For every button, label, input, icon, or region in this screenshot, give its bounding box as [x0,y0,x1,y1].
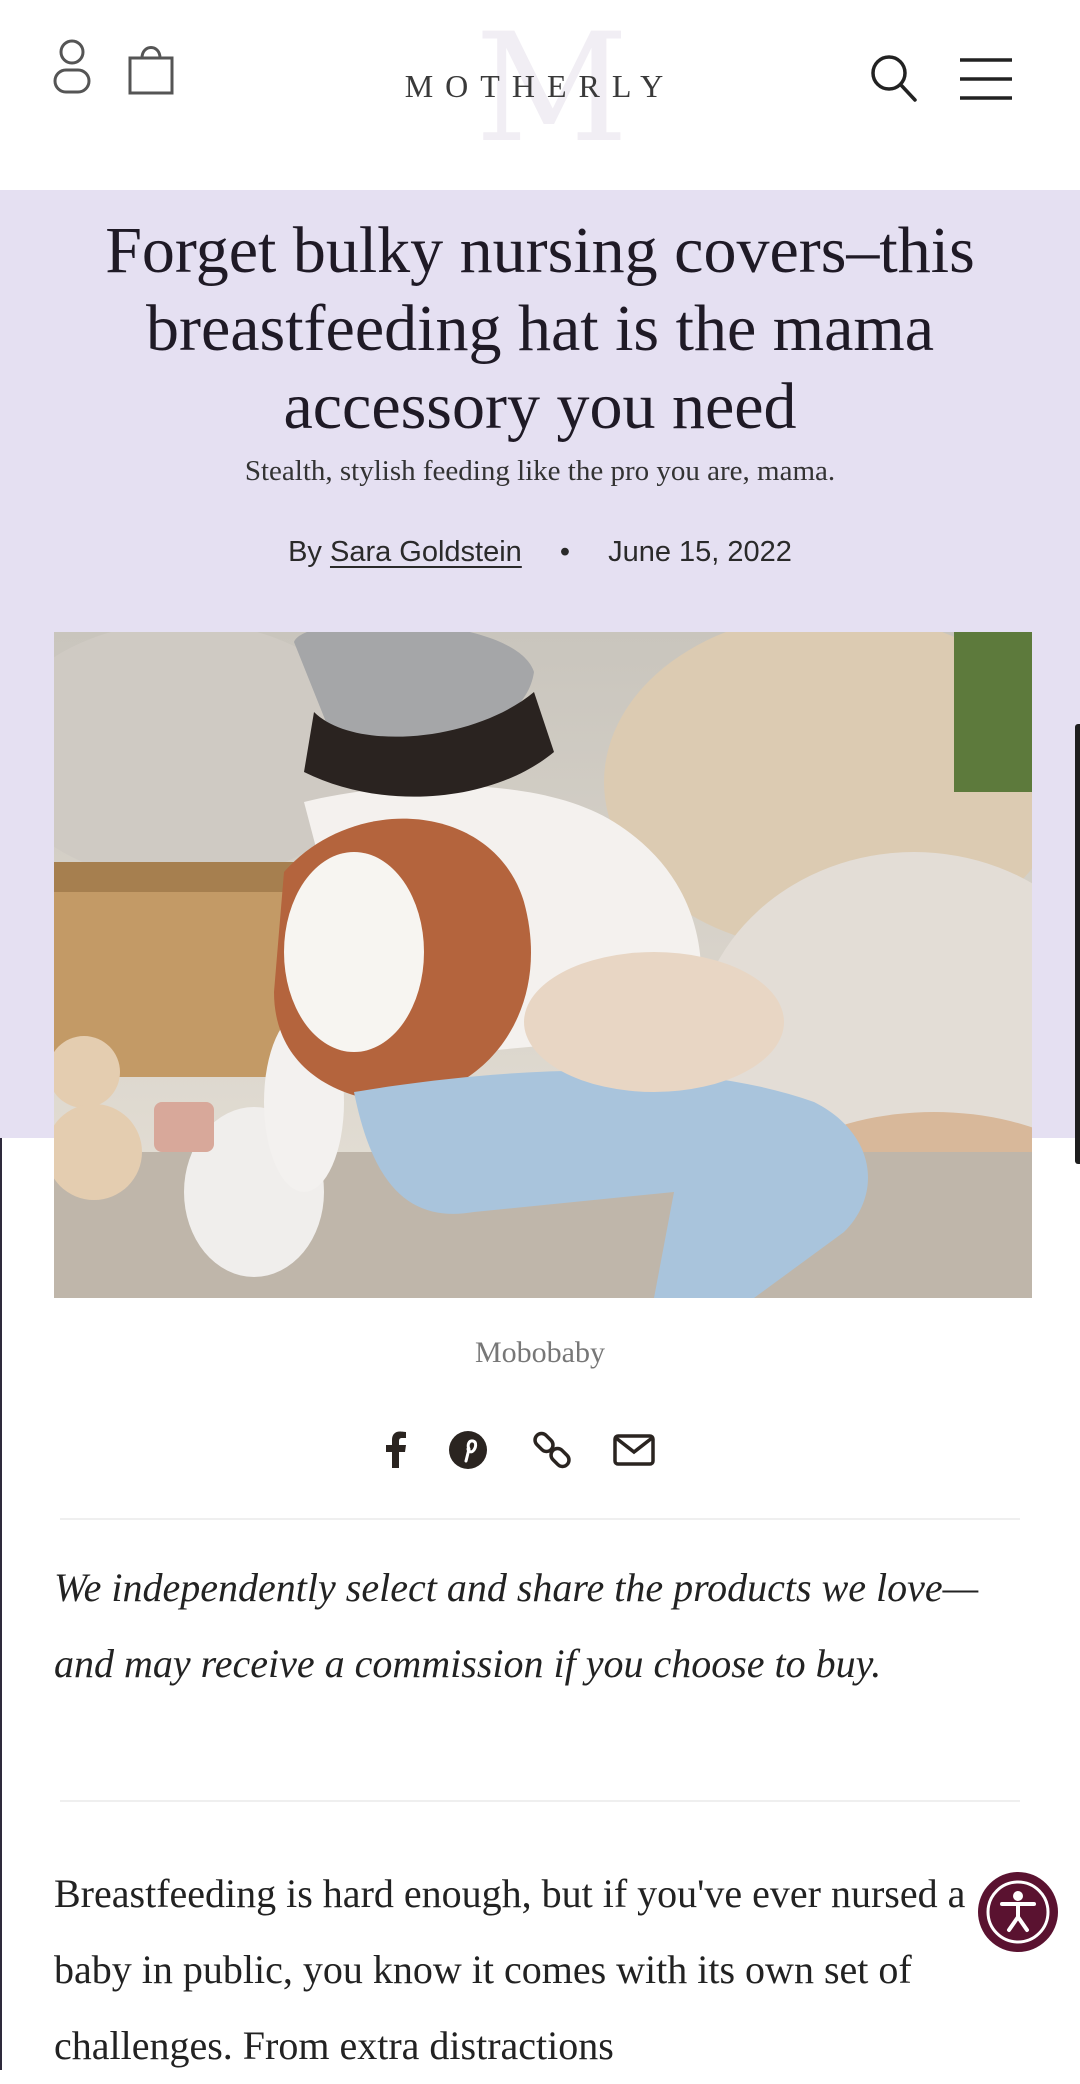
search-icon[interactable] [868,52,918,104]
article-body-paragraph: Breastfeeding is hard enough, but if you… [54,1871,966,2068]
byline-prefix: By [288,536,322,568]
logo-wordmark: MOTHERLY [404,68,676,104]
article-hero-image [54,632,1032,1298]
pinterest-icon[interactable] [446,1428,490,1472]
email-icon[interactable] [612,1428,656,1472]
accessibility-button[interactable] [978,1872,1058,1952]
divider [60,1518,1020,1520]
scroll-indicator[interactable] [1075,724,1080,1164]
shopping-bag-icon[interactable] [126,42,176,96]
affiliate-disclaimer: We independently select and share the pr… [54,1565,979,1686]
hamburger-menu-icon[interactable] [958,56,1014,102]
article-subtitle: Stealth, stylish feeding like the pro yo… [244,455,836,487]
article-byline: By Sara Goldstein • June 15, 2022 [40,536,1040,569]
link-icon[interactable] [530,1428,574,1472]
image-caption: Mobobaby [475,1336,605,1369]
accessibility-icon [986,1880,1050,1944]
divider [60,1800,1020,1802]
user-icon[interactable] [52,38,92,96]
article-title: Forget bulky nursing covers–this breastf… [105,214,975,443]
publish-date: June 15, 2022 [608,536,792,568]
byline-separator: • [559,536,571,568]
facebook-icon[interactable] [374,1428,418,1472]
author-link[interactable]: Sara Goldstein [330,536,522,568]
site-header: M MOTHERLY [0,0,1080,190]
site-logo[interactable]: M MOTHERLY [380,14,700,164]
